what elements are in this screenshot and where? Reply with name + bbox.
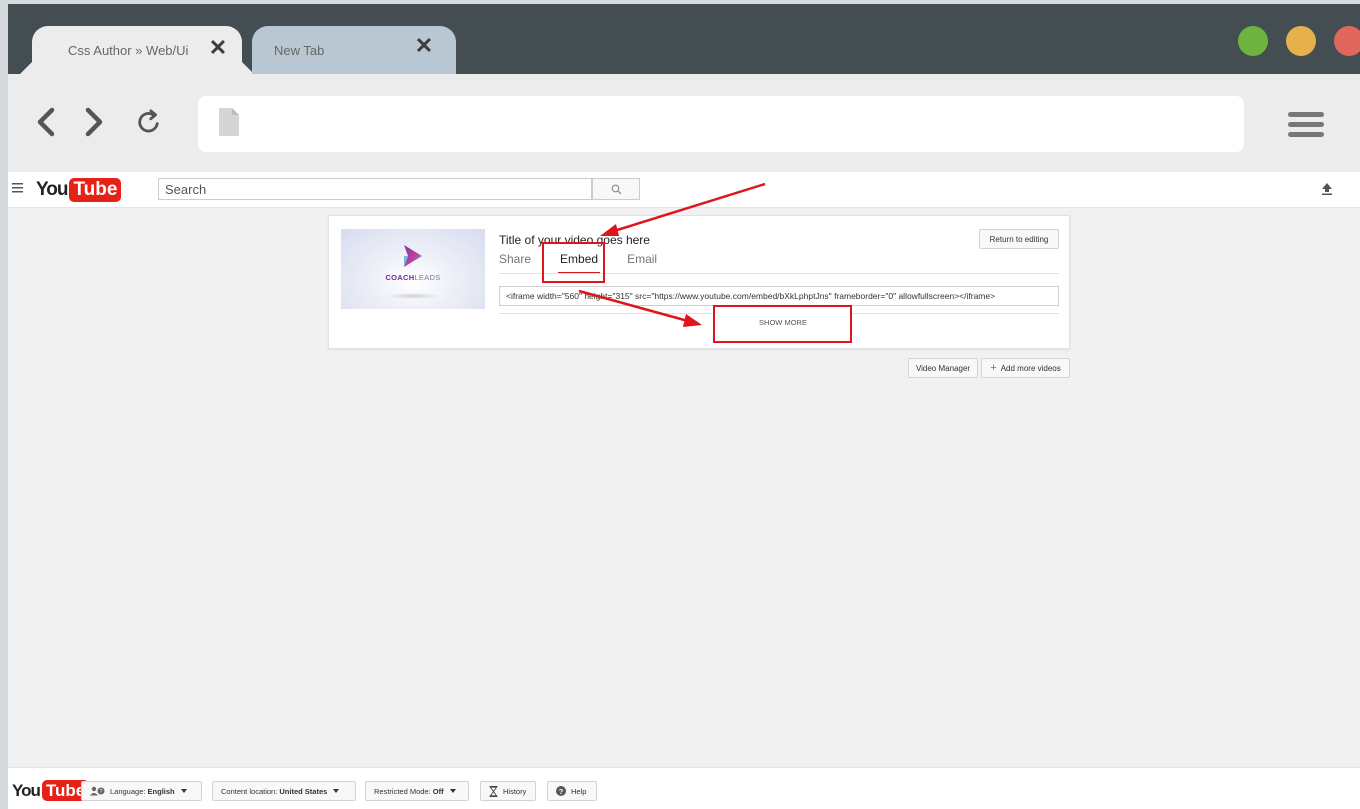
restricted-mode-button[interactable]: Restricted Mode: Off [365,781,469,801]
video-manager-button[interactable]: Video Manager [908,358,978,378]
dropdown-caret-icon [333,789,340,793]
add-more-videos-button[interactable]: + Add more videos [981,358,1070,378]
page-icon [219,108,239,136]
location-prefix: Content location: [221,786,278,796]
footer-youtube-logo[interactable]: You Tube [12,780,90,801]
content-location-button[interactable]: Content location: United States [212,781,356,801]
location-value: United States [279,786,328,796]
embed-code-field[interactable]: <iframe width="560" height="315" src="ht… [499,286,1059,306]
restricted-prefix: Restricted Mode: [374,786,431,796]
tab-new-tab[interactable]: New Tab ✕ [252,26,456,74]
guide-menu-icon[interactable] [12,181,26,195]
tab-close-icon[interactable]: ✕ [414,35,434,57]
help-button[interactable]: ? Help [547,781,597,801]
upload-icon[interactable] [1320,182,1334,196]
logo-tube-text: Tube [69,178,122,202]
forward-arrow-icon[interactable] [78,102,110,142]
search-icon [611,184,621,194]
minimize-window-button[interactable] [1286,26,1316,56]
help-icon: ? [556,786,566,796]
svg-text:?: ? [559,787,564,796]
browser-tab-strip: Css Author » Web/Ui ✕ New Tab ✕ [8,4,1360,74]
restricted-value: Off [432,786,444,796]
language-prefix: Language: [110,786,146,796]
reload-icon[interactable] [134,102,166,142]
tab-close-icon[interactable]: ✕ [208,37,228,59]
language-value: English [147,786,175,796]
play-logo-icon [404,245,422,267]
share-panel: COACHLEADS Title of your video goes here… [328,215,1070,349]
youtube-header: You Tube [8,172,1360,208]
logo-you-text: You [12,780,41,800]
help-label: Help [571,786,587,796]
tab-share[interactable]: Share [499,252,531,272]
back-arrow-icon[interactable] [30,102,62,142]
tab-label: New Tab [274,43,325,58]
thumbnail-shadow [385,293,441,299]
search-button[interactable] [592,178,640,200]
address-bar[interactable] [198,96,1244,152]
page-viewport: You Tube Search COACHLEADS Title of your… [8,172,1360,809]
maximize-window-button[interactable] [1238,26,1268,56]
annotation-box-embed [542,242,605,283]
svg-text:?: ? [100,789,103,795]
language-button[interactable]: ? Language: English [81,781,202,801]
brand-bold-text: COACH [385,273,415,282]
tab-css-author[interactable]: Css Author » Web/Ui ✕ [32,26,242,74]
history-button[interactable]: History [480,781,536,801]
tab-email[interactable]: Email [627,252,657,272]
browser-menu-icon[interactable] [1288,110,1324,140]
logo-you-text: You [36,179,69,200]
youtube-footer: You Tube ? Language: English Content loc… [8,767,1360,809]
hourglass-icon [489,785,498,797]
dropdown-caret-icon [180,789,187,793]
add-more-videos-label: Add more videos [1000,363,1061,373]
close-window-button[interactable] [1334,26,1360,56]
search-input[interactable] [158,178,592,200]
youtube-logo[interactable]: You Tube [36,178,122,202]
plus-icon: + [990,362,997,374]
annotation-box-show-more [713,305,852,343]
language-icon: ? [90,786,105,796]
return-to-editing-button[interactable]: Return to editing [979,229,1059,249]
dropdown-caret-icon [449,789,456,793]
browser-toolbar [8,74,1360,172]
tab-label: Css Author » Web/Ui [68,43,189,58]
video-thumbnail[interactable]: COACHLEADS [341,229,485,309]
brand-light-text: LEADS [414,273,441,282]
history-label: History [503,786,527,796]
thumbnail-brand: COACHLEADS [341,273,485,282]
